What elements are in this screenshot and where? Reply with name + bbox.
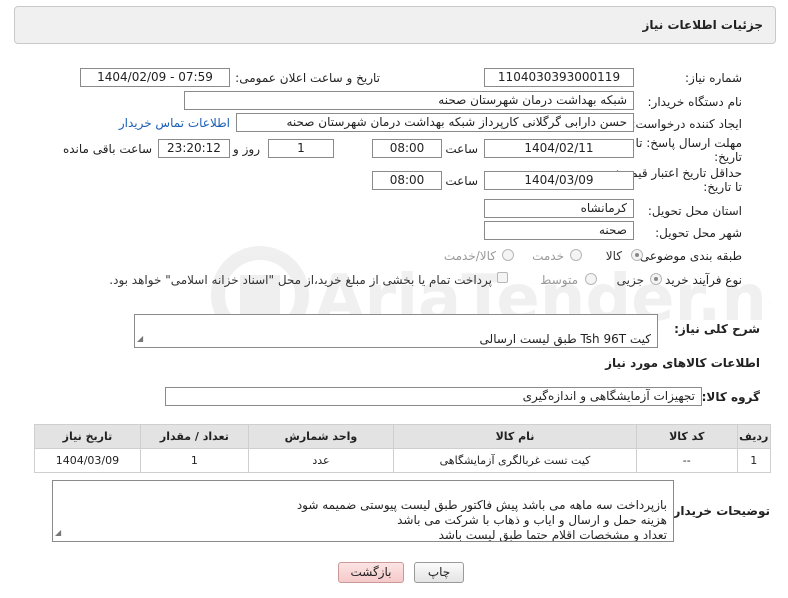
reply-deadline-label: مهلت ارسال پاسخ: تا [635, 136, 742, 150]
creator-label: ایجاد کننده درخواست: [631, 117, 742, 131]
purchase-option-medium: متوسط [540, 273, 578, 287]
goods-table: ردیف کد کالا نام کالا واحد شمارش تعداد /… [34, 424, 772, 473]
table-row: 1 -- کیت تست غربالگری آزمایشگاهی عدد 1 1… [34, 448, 772, 473]
remaining-label: ساعت باقی مانده [62, 142, 152, 156]
category-radio-goods[interactable] [631, 249, 643, 261]
creator-field: حسن دارابی گرگلانی کارپرداز شبکه بهداشت … [236, 113, 634, 132]
purchase-radio-medium[interactable] [585, 273, 597, 285]
category-radio-both[interactable] [502, 249, 514, 261]
goods-section-title: اطلاعات کالاهای مورد نیاز [605, 356, 760, 370]
province-label: استان محل تحویل: [647, 204, 742, 218]
treasury-payment-checkbox[interactable] [497, 272, 508, 283]
goods-group-label: گروه کالا: [701, 390, 760, 404]
price-validity-date-field: 1404/03/09 [484, 171, 634, 190]
remaining-time-field: 23:20:12 [158, 139, 230, 158]
price-validity-time-label: ساعت [445, 174, 478, 188]
resize-handle-icon[interactable]: ◢ [137, 331, 143, 346]
need-number-field: 1104030393000119 [484, 68, 634, 87]
announce-field: 1404/02/09 - 07:59 [80, 68, 230, 87]
price-validity-label: حداقل تاریخ اعتبار قیمت: [615, 166, 742, 180]
cell-code: -- [635, 448, 738, 473]
print-button[interactable]: چاپ [414, 562, 464, 583]
category-option-goods: کالا [605, 249, 622, 263]
buyer-notes-field: بازپرداخت سه ماهه می باشد پیش فاکتور طبق… [52, 480, 674, 542]
price-validity-time-field: 08:00 [372, 171, 442, 190]
category-option-service: خدمت [532, 249, 564, 263]
category-radio-service[interactable] [570, 249, 582, 261]
days-field: 1 [268, 139, 334, 158]
general-desc-field: کیت Tsh 96T طبق لیست ارسالی ◢ [134, 314, 658, 348]
province-field: کرمانشاه [484, 199, 634, 218]
general-desc-label: شرح کلی نیاز: [674, 322, 760, 336]
cell-date: 1404/03/09 [34, 448, 141, 473]
resize-handle-icon[interactable]: ◢ [55, 525, 61, 540]
purchase-radio-minor[interactable] [650, 273, 662, 285]
buyer-contact-link[interactable]: اطلاعات تماس خریدار [119, 116, 230, 130]
col-name: نام کالا [393, 424, 637, 449]
price-validity-label-2: تا تاریخ: [703, 180, 742, 194]
category-option-both: کالا/خدمت [443, 249, 496, 263]
treasury-payment-note: پرداخت تمام یا بخشی از مبلغ خرید،از محل … [109, 273, 492, 287]
general-desc-text: کیت Tsh 96T طبق لیست ارسالی [479, 332, 651, 346]
purchase-option-minor: جزیی [616, 273, 644, 287]
reply-time-field: 08:00 [372, 139, 442, 158]
col-code: کد کالا [635, 424, 738, 449]
buyer-org-field: شبکه بهداشت درمان شهرستان صحنه [184, 91, 634, 110]
back-button[interactable]: بازگشت [338, 562, 404, 583]
col-qty: تعداد / مقدار [139, 424, 249, 449]
days-label: روز و [233, 142, 260, 156]
reply-time-label: ساعت [445, 142, 478, 156]
col-date: تاریخ نیاز [34, 424, 141, 449]
category-label: طبقه بندی موضوعی: [635, 249, 742, 263]
goods-group-field: تجهیزات آزمایشگاهی و اندازه‌گیری [165, 387, 702, 406]
cell-unit: عدد [247, 448, 395, 473]
cell-name: کیت تست غربالگری آزمایشگاهی [393, 448, 637, 473]
cell-row: 1 [736, 448, 772, 473]
buyer-notes-label: توضیحات خریدار: [668, 504, 770, 518]
city-field: صحنه [484, 221, 634, 240]
cell-qty: 1 [139, 448, 249, 473]
reply-deadline-label-2: تاریخ: [714, 150, 742, 164]
reply-date-field: 1404/02/11 [484, 139, 634, 158]
city-label: شهر محل تحویل: [655, 226, 742, 240]
buyer-notes-text: بازپرداخت سه ماهه می باشد پیش فاکتور طبق… [296, 498, 667, 542]
col-unit: واحد شمارش [247, 424, 395, 449]
buyer-org-label: نام دستگاه خریدار: [647, 95, 743, 109]
announce-label: تاریخ و ساعت اعلان عمومی: [235, 71, 380, 85]
need-number-label: شماره نیاز: [685, 71, 742, 85]
col-row: ردیف [736, 424, 772, 449]
goods-table-header: ردیف کد کالا نام کالا واحد شمارش تعداد /… [34, 424, 772, 449]
purchase-type-label: نوع فرآیند خرید : [657, 273, 742, 287]
